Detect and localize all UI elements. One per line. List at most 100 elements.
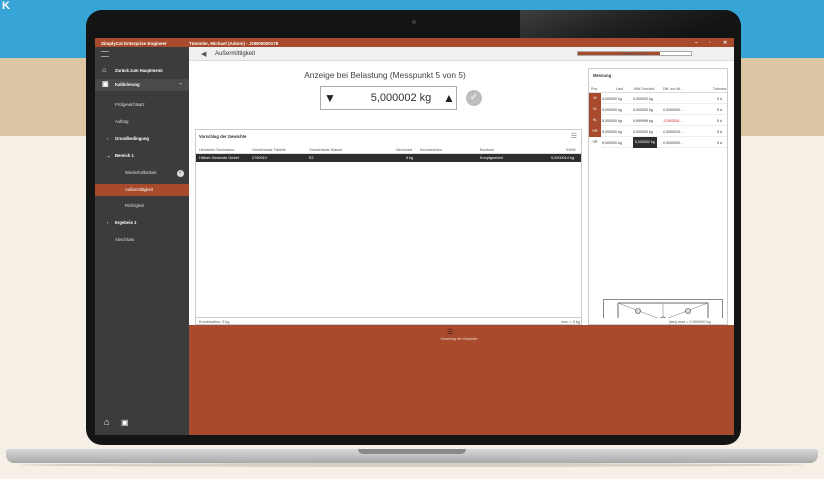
sidebar-item-grundbedingung[interactable]: › Grundbedingung [95, 133, 189, 145]
last-cell: 5,000000 kg [602, 96, 622, 101]
list-item[interactable]: HR 5,000000 kg 5,000003 kg 0,0000010... 5 d [589, 126, 727, 137]
mw-cell: 5,000002 kg [633, 107, 653, 112]
measurement-header: Pos. Last MW Gewicht Diff. zur Mi... Tol… [589, 85, 727, 93]
position-cell: HR [589, 126, 601, 137]
measurement-heading: Anzeige bei Belastung (Messpunkt 5 von 5… [304, 70, 466, 80]
decrease-icon[interactable]: ▼ [324, 91, 336, 105]
tolerance-cell: 5 d [717, 96, 722, 101]
camera-dot [412, 20, 416, 24]
max-deviation-text: |dev| max = 0,000040 kg [669, 319, 711, 324]
mw-cell: 5,000002 kg [633, 137, 657, 148]
col-kww: KWW [566, 148, 576, 152]
cell-nennwert: 5 kg [406, 156, 414, 160]
position-cell: HL [589, 115, 601, 126]
weights-title: Vorschlag der Gewichte [199, 134, 247, 139]
mw-cell: 5,000002 kg [633, 96, 653, 101]
tolerance-cell: 5 d [717, 129, 722, 134]
laptop-shadow [20, 463, 804, 467]
last-cell: 5,000000 kg [602, 118, 622, 123]
col-pos: Pos. [591, 87, 599, 91]
list-item[interactable]: VL 5,000000 kg 5,000002 kg 0,0000000... 5 d [589, 104, 727, 115]
sidebar-item-ergebnis-1[interactable]: › Ergebnis 1 [95, 217, 189, 229]
increase-icon[interactable]: ▲ [443, 91, 455, 105]
col-bauform: Bauform [480, 148, 495, 152]
tolerance-cell: 5 d [717, 118, 722, 123]
list-item[interactable]: HL 5,000000 kg 4,999998 kg -0,000004... 5 d [589, 115, 727, 126]
measurement-footer: |dev| max = 0,000040 kg [588, 318, 728, 325]
sidebar: ⌂ Zurück zum Hauptmenü ▣ Kalibrierung ⌃ … [95, 47, 189, 435]
progress-label: Schritt 8 von 11 [622, 52, 647, 56]
diff-cell: 0,0000000... [663, 107, 683, 112]
position-cell: VL [589, 104, 601, 115]
reading-stepper[interactable]: ▼ 5,000002 kg ▲ [320, 86, 457, 110]
cell-kww: 5,0000014 kg [551, 156, 575, 160]
chevron-right-icon: › [107, 136, 109, 141]
title-bar: SimplyCal Enterprise Engineer Tümmler, M… [95, 38, 734, 47]
col-toleranz: Toleranz [713, 87, 727, 91]
table-row[interactable]: Häfner Gewichte GmbH 2750910 E2 5 kg Kno… [196, 154, 581, 162]
reading-value[interactable]: 5,000002 kg [361, 92, 441, 104]
sidebar-item-abschluss[interactable]: Abschluss [95, 234, 189, 246]
home-icon[interactable]: ⌂ [104, 417, 109, 427]
nominal-text: nom = 5 kg [561, 319, 580, 324]
app-screen: SimplyCal Enterprise Engineer Tümmler, M… [95, 38, 734, 435]
last-cell: 5,000000 kg [602, 140, 622, 145]
chevron-down-icon: ⌄ [107, 153, 111, 158]
close-button[interactable]: ✕ [723, 40, 727, 46]
col-kennzeichen: Kennzeichen [420, 148, 442, 152]
confirm-button[interactable]: ✓ [466, 90, 482, 106]
measurement-panel: Messung Pos. Last MW Gewicht Diff. zur M… [588, 68, 728, 325]
sidebar-item-pruefgewichtsatz[interactable]: Prüfgewichtsatz [95, 99, 189, 111]
chevron-right-icon: › [107, 220, 109, 225]
sidebar-item-main-menu[interactable]: ⌂ Zurück zum Hauptmenü [95, 65, 189, 77]
sidebar-item-bereich-1[interactable]: ⌄ Bereich 1 [95, 150, 189, 162]
hamburger-icon[interactable] [101, 51, 109, 57]
weights-panel: Vorschlag der Gewichte ☰ Hersteller Such… [195, 129, 582, 318]
bottom-menu-label[interactable]: Vorschlag der Gewichte [409, 337, 509, 341]
sidebar-item-kalibrierung[interactable]: ▣ Kalibrierung ⌃ [95, 79, 189, 91]
combination-text: Kombination: 5 kg [199, 319, 230, 324]
tolerance-cell: 5 d [717, 140, 722, 145]
weights-header: Hersteller Suchname Gewichtsatz Tabelle … [196, 146, 581, 154]
menu-icon[interactable]: ☰ [447, 328, 453, 336]
laptop-notch [358, 449, 466, 454]
corner-text: K [2, 0, 10, 12]
diff-cell: -0,000004... [663, 118, 683, 123]
col-tabelle: Gewichtsatz Tabelle [252, 148, 286, 152]
col-mw: MW Gewicht [634, 87, 655, 91]
sidebar-item-auftrag[interactable]: Auftrag [95, 116, 189, 128]
diff-cell: 0,0000000... [663, 140, 683, 145]
cell-hersteller: Häfner Gewichte GmbH [199, 156, 240, 160]
list-item[interactable]: M 5,000000 kg 5,000002 kg 5 d [589, 93, 727, 104]
diff-cell: 0,0000010... [663, 129, 683, 134]
check-icon: ✓ [177, 170, 184, 177]
tolerance-cell: 5 d [717, 107, 722, 112]
bottom-panel: ☰ Vorschlag der Gewichte [189, 325, 734, 435]
sidebar-item-richtigkeit[interactable]: Richtigkeit [95, 200, 189, 212]
weights-footer: Kombination: 5 kg nom = 5 kg [195, 318, 582, 325]
sidebar-item-aussermittigkeit[interactable]: Außermittigkeit [95, 184, 189, 196]
minimize-button[interactable]: – [695, 40, 698, 46]
step-progress: Schritt 8 von 11 [577, 51, 692, 56]
chevron-up-icon: ⌃ [179, 82, 183, 87]
col-nennwert: Nennwert [396, 148, 413, 152]
home-icon: ⌂ [102, 67, 107, 74]
cell-tabelle: 2750910 [252, 156, 267, 160]
cell-klasse: E2 [309, 156, 314, 160]
position-cell: M [589, 93, 601, 104]
col-klasse: Gewichtsatz Klasse [309, 148, 343, 152]
cell-bauform: Knopfgewicht [480, 156, 503, 160]
back-icon[interactable]: ◀ [201, 50, 206, 58]
list-item[interactable]: VR 5,000000 kg 5,000002 kg 0,0000000... 5 d [589, 137, 727, 148]
user-job: Tümmler, Michael (Admin) - JOB00000178 [189, 40, 279, 46]
mw-cell: 4,999998 kg [633, 118, 653, 123]
page-title: Außermittigkeit [215, 50, 256, 57]
toolbar: ◀ Außermittigkeit Schritt 8 von 11 i ▶ [189, 47, 734, 61]
mw-cell: 5,000003 kg [633, 129, 653, 134]
position-cell: VR [589, 137, 601, 148]
scale-icon[interactable]: ▣ [121, 418, 129, 427]
col-hersteller: Hersteller Suchname [199, 148, 235, 152]
maximize-button[interactable]: ▫ [709, 40, 711, 46]
sidebar-item-wiederholbarkeit[interactable]: Wiederholbarkeit ✓ [95, 167, 189, 179]
menu-icon[interactable]: ☰ [571, 132, 577, 140]
